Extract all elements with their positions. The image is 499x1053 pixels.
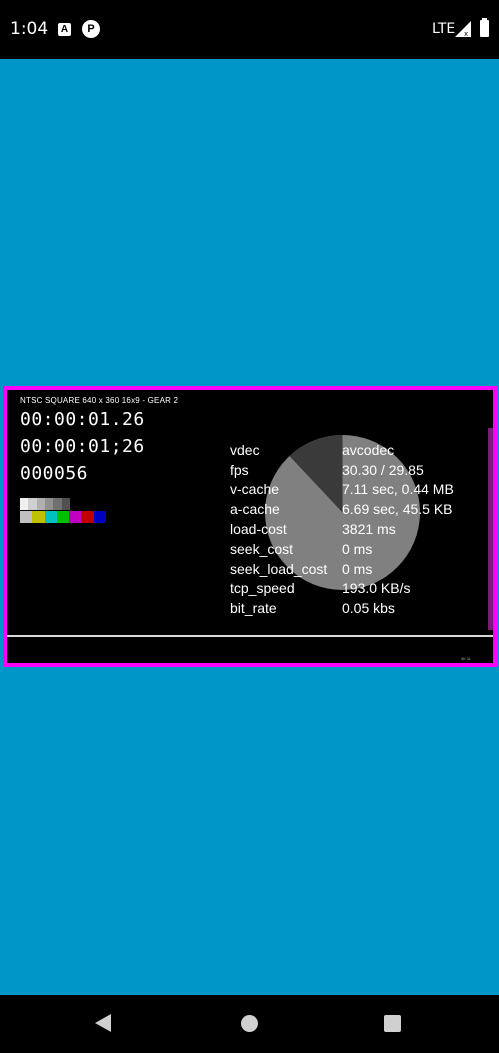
stat-row: vdec avcodec bbox=[230, 440, 454, 460]
stat-row: v-cache 7.11 sec, 0.44 MB bbox=[230, 480, 454, 500]
grayscale-swatch bbox=[44, 498, 54, 510]
stat-row: tcp_speed 193.0 KB/s bbox=[230, 579, 454, 599]
color-bar-swatch bbox=[93, 511, 107, 523]
back-triangle-icon[interactable] bbox=[95, 1014, 111, 1032]
color-bar-swatch bbox=[56, 511, 70, 523]
stat-row: seek_load_cost 0 ms bbox=[230, 559, 454, 579]
stat-key: tcp_speed bbox=[230, 580, 295, 597]
color-bar-swatch bbox=[44, 511, 57, 523]
stat-key: a-cache bbox=[230, 501, 280, 518]
stat-key: fps bbox=[230, 461, 249, 478]
a-icon: A bbox=[58, 23, 71, 36]
color-bar-swatch bbox=[69, 511, 82, 523]
stat-value: 3821 ms bbox=[342, 521, 396, 538]
color-bars-test-pattern bbox=[20, 511, 107, 523]
stat-row: a-cache 6.69 sec, 45.5 KB bbox=[230, 499, 454, 519]
video-player[interactable]: NTSC SQUARE 640 x 360 16x9 - GEAR 2 00:0… bbox=[3, 386, 497, 667]
color-bar-swatch bbox=[81, 511, 94, 523]
signal-no-data-icon: x bbox=[455, 21, 471, 37]
stat-key: v-cache bbox=[230, 481, 280, 498]
stat-row: bit_rate 0.05 kbs bbox=[230, 598, 454, 618]
stat-row: seek_cost 0 ms bbox=[230, 539, 454, 559]
stat-key: bit_rate bbox=[230, 600, 277, 617]
corner-label: 4K 11 bbox=[460, 656, 471, 661]
grayscale-swatch bbox=[53, 498, 62, 510]
home-circle-icon[interactable] bbox=[241, 1015, 258, 1032]
video-caption: NTSC SQUARE 640 x 360 16x9 - GEAR 2 bbox=[20, 396, 179, 405]
stat-key: load-cost bbox=[230, 521, 287, 538]
timecode-display: 00:00:01.26 bbox=[20, 409, 145, 430]
stat-key: vdec bbox=[230, 441, 260, 458]
color-bar-swatch bbox=[20, 511, 33, 523]
status-bar: 1:04 A P LTE x bbox=[0, 0, 499, 59]
navigation-bar bbox=[0, 995, 499, 1053]
stat-value: 6.69 sec, 45.5 KB bbox=[342, 501, 453, 518]
stat-value: 0 ms bbox=[342, 560, 373, 577]
timecode-display-dropframe: 00:00:01;26 bbox=[20, 436, 145, 457]
recents-square-icon[interactable] bbox=[384, 1015, 401, 1032]
grayscale-swatch bbox=[28, 498, 37, 510]
stat-row: fps 30.30 / 29.85 bbox=[230, 460, 454, 480]
color-bar-swatch bbox=[32, 511, 45, 523]
grayscale-swatch bbox=[20, 498, 29, 510]
frame-counter: 000056 bbox=[20, 463, 89, 484]
stat-key: seek_load_cost bbox=[230, 560, 328, 577]
stat-value: 0.05 kbs bbox=[342, 600, 395, 617]
battery-full-icon bbox=[480, 18, 489, 37]
stat-value: avcodec bbox=[342, 441, 395, 458]
vertical-scroll-indicator[interactable] bbox=[488, 428, 493, 630]
network-type-label: LTE bbox=[432, 21, 456, 37]
stat-row: load-cost 3821 ms bbox=[230, 519, 454, 539]
svg-text:x: x bbox=[464, 30, 468, 37]
stat-value: 30.30 / 29.85 bbox=[342, 461, 424, 478]
p-icon: P bbox=[82, 20, 100, 38]
grayscale-swatch bbox=[61, 498, 70, 510]
grayscale-swatch bbox=[36, 498, 45, 510]
stat-value: 7.11 sec, 0.44 MB bbox=[342, 481, 454, 498]
stat-value: 193.0 KB/s bbox=[342, 580, 411, 597]
grayscale-test-pattern bbox=[20, 498, 70, 510]
stat-key: seek_cost bbox=[230, 540, 294, 557]
debug-stats-table: vdec avcodec fps 30.30 / 29.85 v-cache 7.11 s… bbox=[230, 440, 454, 618]
seek-bar[interactable] bbox=[7, 635, 493, 637]
status-time: 1:04 bbox=[10, 19, 49, 39]
stat-value: 0 ms bbox=[342, 540, 373, 557]
